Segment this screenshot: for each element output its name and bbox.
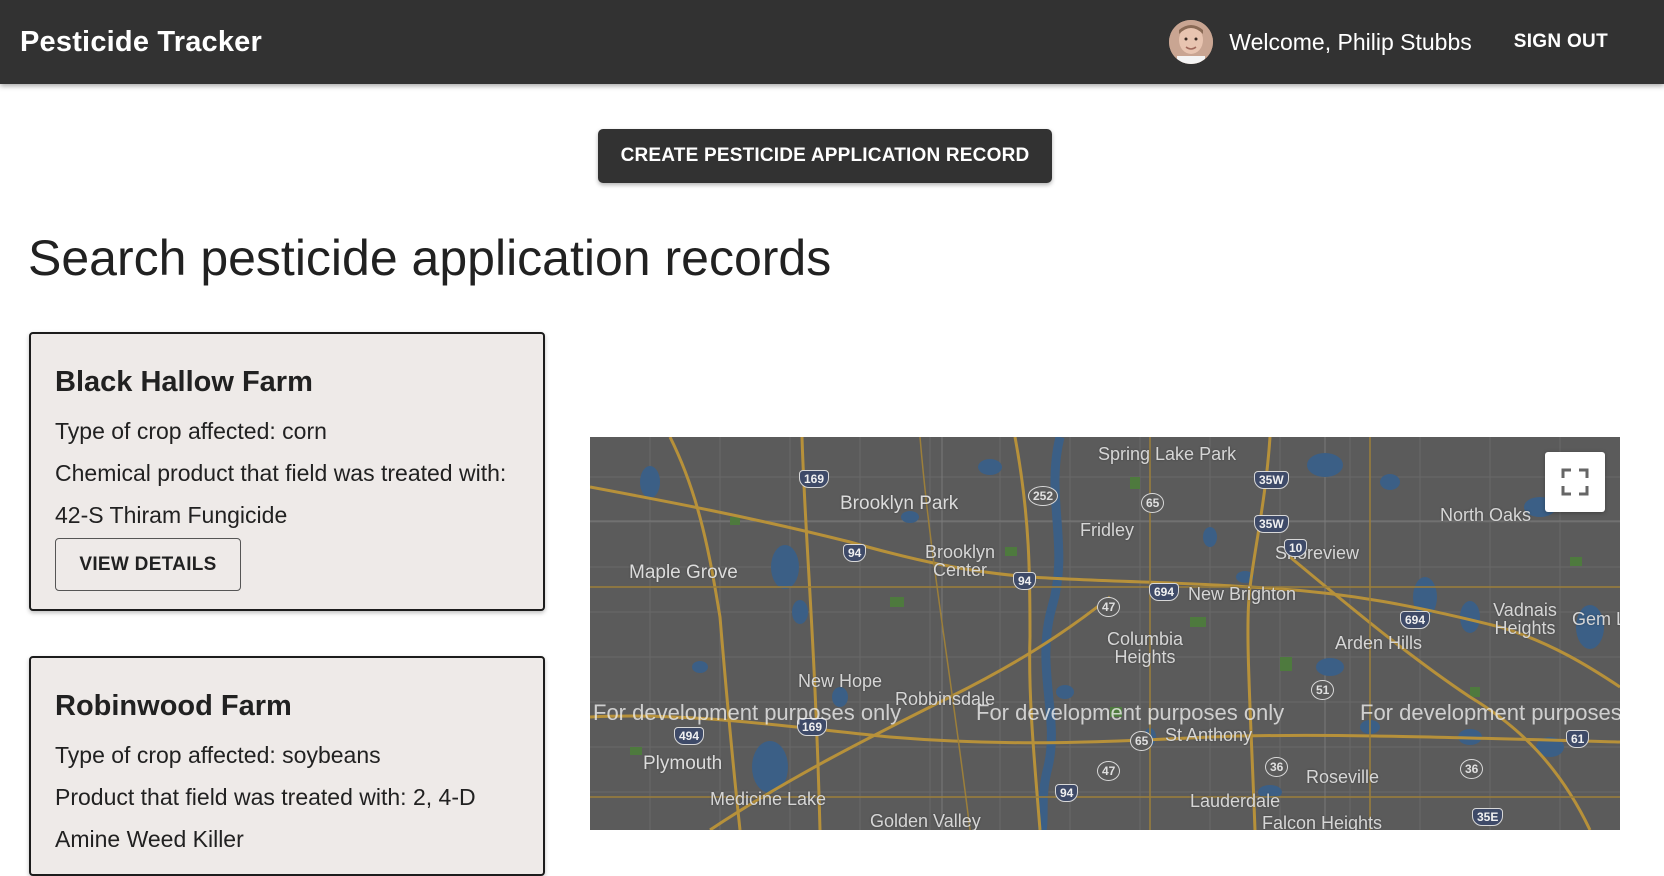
map-place-label: Golden Valley	[870, 811, 981, 830]
record-card: Robinwood Farm Type of crop affected: so…	[29, 656, 545, 876]
fullscreen-icon	[1561, 468, 1589, 496]
map-place-label: Medicine Lake	[710, 789, 827, 809]
card-crop-type: Type of crop affected: soybeans	[55, 742, 381, 768]
map-place-label: Roseville	[1306, 767, 1380, 787]
map-place-label: Brooklyn Park	[840, 493, 959, 514]
highway-shield-icon: 35E	[1472, 808, 1504, 826]
user-avatar[interactable]	[1169, 20, 1214, 64]
highway-shield-icon: 494	[674, 727, 705, 745]
app-bar: Pesticide Tracker Welcome, Philip Stubbs…	[0, 0, 1664, 84]
map-place-label: Falcon Heights	[1262, 813, 1383, 830]
map-place-label: Spring Lake Park	[1098, 444, 1237, 464]
user-area: Welcome, Philip Stubbs SIGN OUT	[1169, 20, 1644, 64]
card-crop-type: Type of crop affected: corn	[55, 418, 327, 444]
card-product-name: 42-S Thiram Fungicide	[55, 502, 288, 528]
card-product-label: Product that field was treated with: 2, …	[55, 784, 476, 810]
sign-out-button[interactable]: SIGN OUT	[1502, 23, 1620, 61]
highway-shield-icon: 252	[1028, 486, 1059, 506]
map-place-label: Arden Hills	[1335, 633, 1423, 653]
highway-shield-icon: 169	[799, 470, 830, 488]
map-place-label: Vadnais Heights	[1493, 600, 1557, 638]
map-dev-watermark: For development purposes only	[976, 700, 1285, 725]
map-place-label: Columbia Heights	[1106, 629, 1184, 667]
card-product-name: Amine Weed Killer	[55, 826, 244, 852]
create-record-button[interactable]: CREATE PESTICIDE APPLICATION RECORD	[598, 129, 1052, 183]
highway-shield-icon: 35W	[1254, 515, 1289, 533]
card-farm-name: Robinwood Farm	[55, 690, 292, 722]
app-title[interactable]: Pesticide Tracker	[20, 26, 262, 59]
highway-shield-icon: 694	[1400, 611, 1431, 629]
highway-shield-icon: 35W	[1254, 471, 1289, 489]
card-farm-name: Black Hallow Farm	[55, 366, 313, 398]
map-place-label: New Brighton	[1188, 584, 1297, 604]
map-fullscreen-button[interactable]	[1545, 452, 1605, 512]
card-product-label: Chemical product that field was treated …	[55, 460, 507, 486]
map-place-label: North Oaks	[1440, 505, 1532, 525]
highway-shield-icon: 694	[1149, 583, 1180, 601]
map-dev-watermark: For development purposes only	[593, 700, 902, 725]
records-map[interactable]: Spring Lake Park Brooklyn Park Fridley N…	[590, 437, 1620, 830]
view-details-button[interactable]: VIEW DETAILS	[55, 538, 241, 591]
page-title: Search pesticide application records	[28, 230, 832, 286]
map-place-label: Brooklyn Center	[924, 542, 996, 580]
map-dev-watermark: For development purposes	[1360, 700, 1620, 725]
map-place-label: St Anthony	[1165, 725, 1253, 745]
map-place-label: Gem L	[1572, 609, 1620, 629]
record-card: Black Hallow Farm Type of crop affected:…	[29, 332, 545, 611]
welcome-text: Welcome, Philip Stubbs	[1229, 28, 1472, 55]
map-place-label: Plymouth	[643, 753, 723, 774]
avatar-photo-icon	[1169, 20, 1214, 64]
map-place-label: New Hope	[798, 671, 883, 691]
map-place-label: Fridley	[1080, 520, 1135, 540]
map-place-label: Maple Grove	[629, 562, 738, 583]
map-place-label: Lauderdale	[1190, 791, 1281, 811]
